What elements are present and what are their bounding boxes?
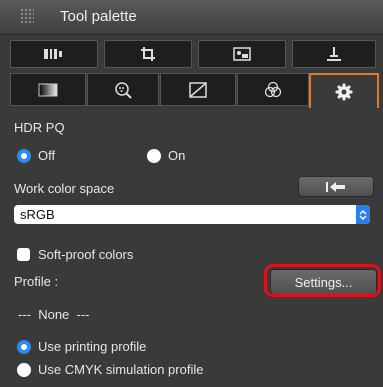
profile-label: Profile : <box>14 274 59 289</box>
profile-value: --- None --- <box>18 307 90 322</box>
image-icon <box>233 47 251 61</box>
hdr-heading: HDR PQ <box>14 120 65 135</box>
image-button[interactable] <box>198 40 286 68</box>
curve-icon <box>189 82 207 98</box>
tool-1-icon <box>44 49 62 59</box>
revert-icon <box>326 181 345 192</box>
detail-icon <box>115 82 132 99</box>
gear-icon <box>335 83 353 100</box>
radio-selected-icon <box>17 339 31 354</box>
grip-icon[interactable] <box>20 8 34 24</box>
color-icon <box>264 81 282 98</box>
checkbox-icon <box>17 248 30 261</box>
stamp-icon <box>327 47 341 61</box>
radio-selected-icon <box>17 148 31 163</box>
radio-unselected-icon <box>147 148 161 163</box>
crop-button[interactable] <box>104 40 192 68</box>
tab-divider <box>10 105 309 106</box>
hdr-on-label: On <box>168 148 186 163</box>
window-title: Tool palette <box>60 8 137 25</box>
softproof-checkbox[interactable]: Soft-proof colors <box>17 247 133 262</box>
highlight-ring <box>264 264 381 297</box>
cmyk-profile-radio[interactable]: Use CMYK simulation profile <box>17 362 203 377</box>
tool-1-button[interactable] <box>10 40 98 68</box>
radio-unselected-icon <box>17 362 31 377</box>
tab-color[interactable] <box>237 73 309 106</box>
hdr-off-radio[interactable]: Off <box>17 148 55 163</box>
reset-button[interactable] <box>298 176 374 197</box>
hdr-off-label: Off <box>38 148 56 163</box>
softproof-label: Soft-proof colors <box>38 247 134 262</box>
title-bar[interactable] <box>0 0 383 35</box>
tab-detail[interactable] <box>87 73 159 106</box>
crop-icon <box>141 47 155 61</box>
hdr-on-radio[interactable]: On <box>147 148 185 163</box>
printing-profile-radio[interactable]: Use printing profile <box>17 339 146 354</box>
printing-profile-label: Use printing profile <box>38 339 147 354</box>
tab-basic-adjust[interactable] <box>10 73 86 106</box>
tab-curve[interactable] <box>160 73 236 106</box>
basic-adjust-icon <box>38 83 58 97</box>
color-space-heading: Work color space <box>14 181 115 196</box>
select-arrows-icon <box>356 205 370 224</box>
color-space-value: sRGB <box>20 207 55 222</box>
cmyk-profile-label: Use CMYK simulation profile <box>38 362 204 377</box>
stamp-button[interactable] <box>292 40 376 68</box>
color-space-select[interactable]: sRGB <box>14 205 370 224</box>
tab-settings[interactable] <box>309 73 379 108</box>
